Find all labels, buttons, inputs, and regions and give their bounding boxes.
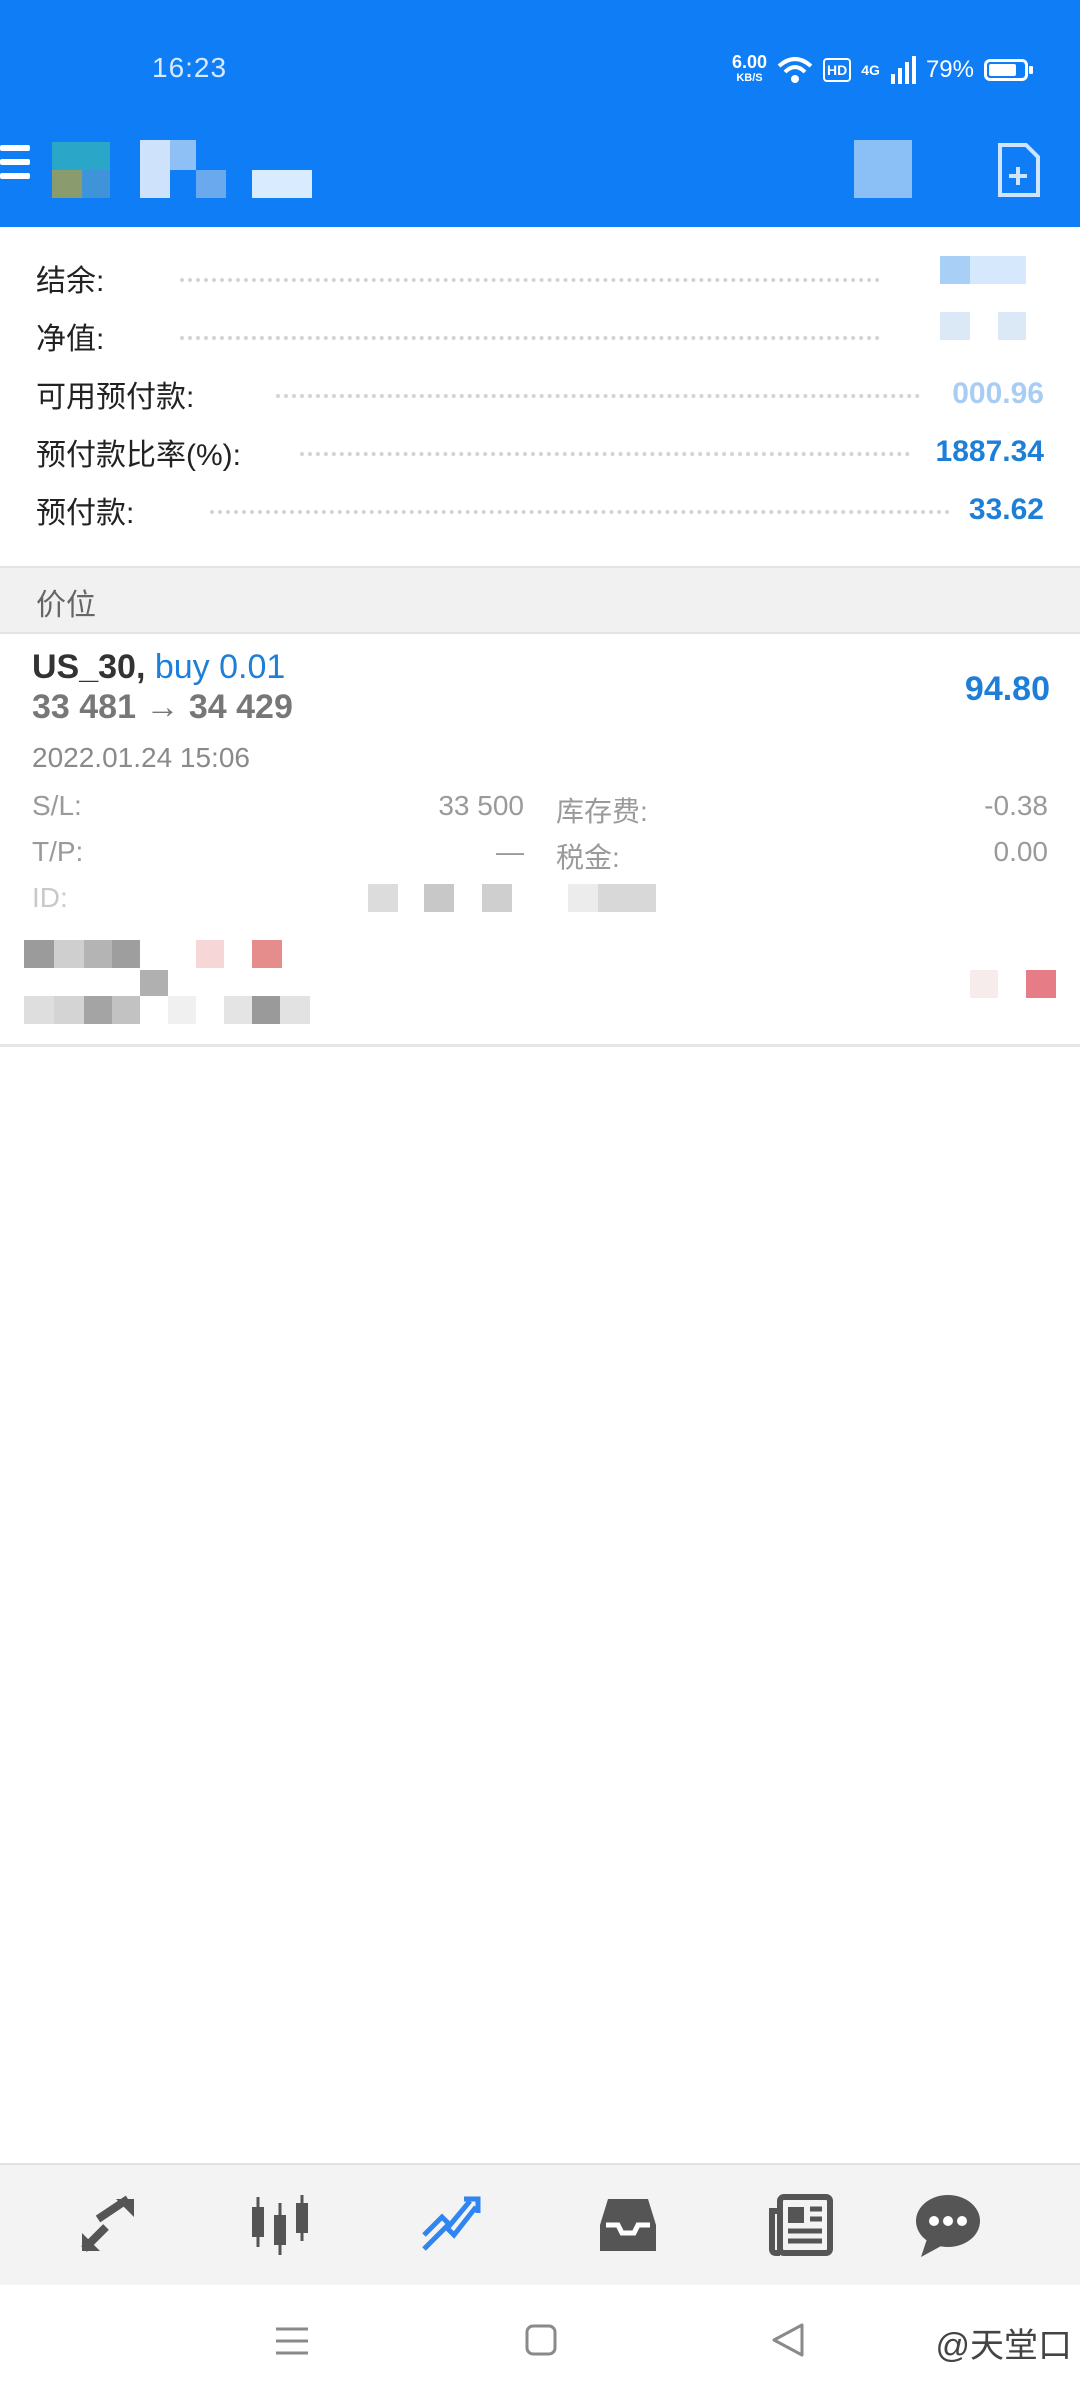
redacted-title <box>52 170 82 198</box>
position-date: 2022.01.24 15:06 <box>32 742 250 773</box>
system-navigation-bar <box>0 2285 1080 2400</box>
redacted-id <box>482 884 512 912</box>
redacted-title <box>170 140 196 170</box>
redacted-comment <box>54 996 84 1024</box>
redacted-value <box>940 256 970 284</box>
redacted-title <box>82 170 110 198</box>
swap-label: 库存费: <box>556 796 648 827</box>
redacted-comment <box>84 940 112 968</box>
redacted-comment <box>112 940 140 968</box>
summary-row-equity: 净值: <box>0 308 1080 364</box>
redacted-comment <box>84 996 112 1024</box>
chart-icon[interactable] <box>244 2189 316 2261</box>
sl-label: S/L: <box>32 790 82 821</box>
summary-row-margin-level: 预付款比率(%): 1887.34 <box>36 435 1044 472</box>
swap-value: -0.38 <box>984 790 1048 821</box>
positions-section-header: 价位 <box>0 566 1080 634</box>
redacted-comment <box>54 940 84 968</box>
redacted-comment <box>970 970 998 998</box>
redacted-value <box>970 256 1026 284</box>
watermark: @天堂口 <box>935 2327 1072 2365</box>
redacted-comment <box>24 940 54 968</box>
redacted-title <box>252 170 312 198</box>
summary-row-free-margin: 可用预付款: 000.96 <box>36 377 1044 414</box>
redacted-comment <box>1026 970 1056 998</box>
tp-value: — <box>496 836 524 867</box>
position-price-line: 33 481 → 34 429 <box>32 688 293 726</box>
tax-label: 税金: <box>556 842 620 873</box>
redacted-comment <box>252 996 280 1024</box>
trade-icon[interactable] <box>416 2189 488 2261</box>
status-bar: 16:23 6.00 KB/S HD 4G 79% <box>0 0 1080 120</box>
history-icon[interactable] <box>592 2189 664 2261</box>
divider <box>0 1044 1080 1047</box>
signal-icon <box>890 56 916 84</box>
battery-percent: 79% <box>925 56 974 83</box>
redacted-comment <box>140 970 168 996</box>
redacted-id <box>424 884 454 912</box>
quotes-icon[interactable] <box>72 2189 144 2261</box>
home-icon[interactable] <box>524 2323 558 2357</box>
redacted-title <box>52 142 110 170</box>
back-icon[interactable] <box>770 2321 806 2359</box>
new-order-icon[interactable] <box>996 143 1040 197</box>
redacted-comment <box>252 940 282 968</box>
redacted-id <box>368 884 398 912</box>
redacted-value <box>940 312 970 340</box>
status-time: 16:23 <box>152 52 228 83</box>
redacted-comment <box>112 996 140 1024</box>
wifi-icon <box>777 57 813 83</box>
bottom-navigation <box>0 2163 1080 2285</box>
sl-value: 33 500 <box>438 790 524 821</box>
position-title: US_30, buy 0.01 <box>32 648 286 686</box>
net-speed: 6.00 KB/S <box>731 52 768 84</box>
position-profit: 94.80 <box>964 670 1050 708</box>
redacted-id <box>598 884 656 912</box>
redacted-comment <box>224 996 252 1024</box>
hd-badge: HD <box>823 58 852 82</box>
summary-row-margin: 预付款: 33.62 <box>36 493 1044 530</box>
recent-apps-icon[interactable] <box>274 2323 310 2359</box>
tp-label: T/P: <box>32 836 84 867</box>
redacted-value <box>998 312 1026 340</box>
menu-button[interactable] <box>0 145 30 193</box>
redacted-comment <box>24 996 54 1024</box>
position-item[interactable]: US_30, buy 0.01 33 481 → 34 429 94.80 20… <box>0 634 1080 1044</box>
redacted-id <box>568 884 598 912</box>
battery-icon <box>984 59 1033 81</box>
summary-row-balance: 结余: <box>0 250 1080 306</box>
redacted-title <box>854 140 912 198</box>
redacted-comment <box>280 996 310 1024</box>
redacted-title <box>196 170 226 198</box>
status-indicators: 6.00 KB/S HD 4G 79% <box>731 50 1033 90</box>
news-icon[interactable] <box>764 2189 836 2261</box>
redacted-title <box>140 140 170 198</box>
id-label: ID: <box>32 882 68 913</box>
tax-value: 0.00 <box>993 836 1049 867</box>
chat-icon[interactable] <box>912 2189 984 2261</box>
signal-label: 4G <box>861 62 880 78</box>
redacted-comment <box>168 996 196 1024</box>
redacted-comment <box>196 940 224 968</box>
